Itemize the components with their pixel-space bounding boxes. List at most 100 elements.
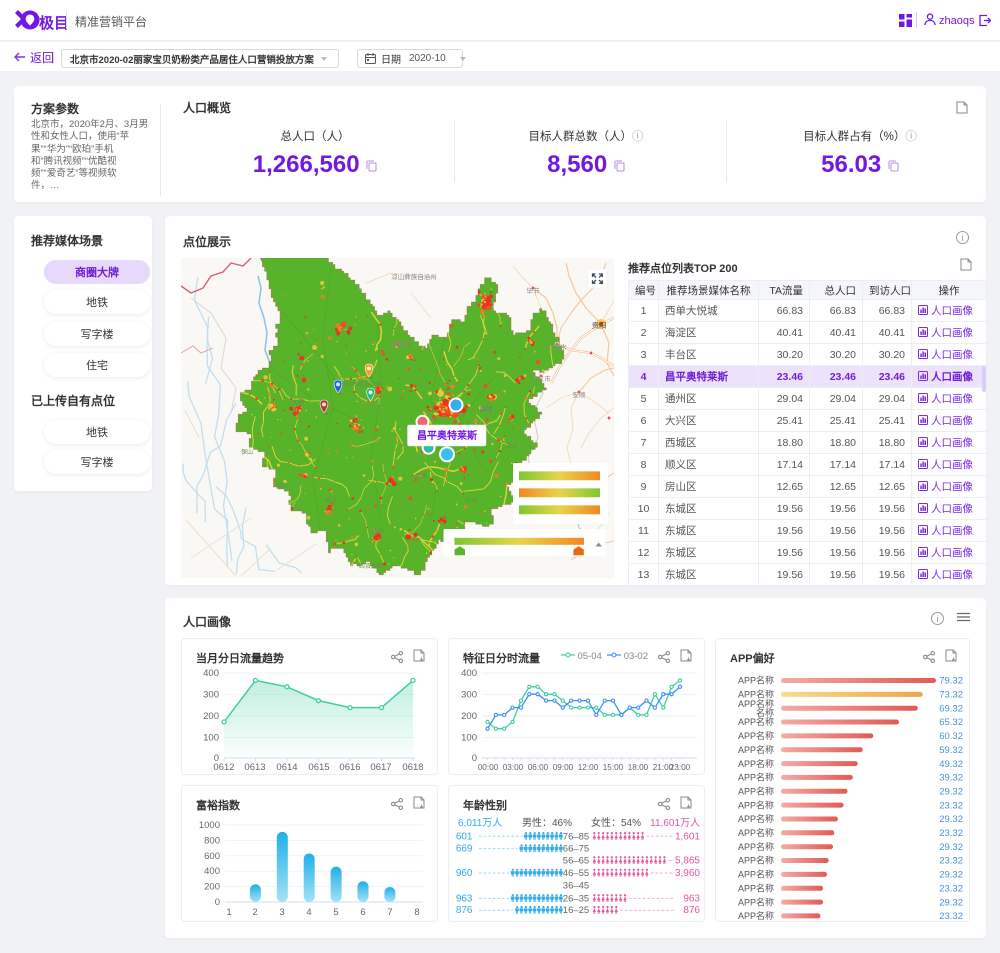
svg-text:3: 3 bbox=[279, 907, 284, 918]
svg-text:安顺: 安顺 bbox=[573, 390, 587, 399]
svg-text:200: 200 bbox=[461, 711, 477, 722]
svg-text:56–65: 56–65 bbox=[563, 855, 589, 866]
svg-text:1: 1 bbox=[226, 907, 231, 918]
svg-text:960: 960 bbox=[456, 868, 473, 879]
svg-text:0618: 0618 bbox=[402, 762, 423, 773]
svg-text:0612: 0612 bbox=[213, 762, 234, 773]
svg-text:APP名称: APP名称 bbox=[738, 896, 774, 907]
svg-text:APP名称: APP名称 bbox=[738, 758, 774, 769]
svg-text:49.32: 49.32 bbox=[939, 759, 963, 770]
svg-text:59.32: 59.32 bbox=[939, 745, 963, 756]
svg-text:0617: 0617 bbox=[370, 762, 391, 773]
svg-text:200: 200 bbox=[203, 711, 219, 722]
svg-text:300: 300 bbox=[203, 690, 219, 701]
svg-text:红河: 红河 bbox=[465, 497, 477, 505]
svg-text:73.32: 73.32 bbox=[939, 690, 963, 701]
svg-text:普洱: 普洱 bbox=[371, 527, 383, 535]
svg-text:06:00: 06:00 bbox=[528, 763, 549, 772]
svg-text:1000: 1000 bbox=[199, 820, 220, 831]
svg-text:876: 876 bbox=[456, 905, 473, 916]
svg-text:29.32: 29.32 bbox=[939, 897, 963, 908]
svg-text:APP名称: APP名称 bbox=[738, 882, 774, 893]
svg-text:7: 7 bbox=[387, 907, 392, 918]
svg-text:4: 4 bbox=[306, 907, 311, 918]
svg-text:凉山彝族自治州: 凉山彝族自治州 bbox=[391, 272, 437, 281]
svg-text:669: 669 bbox=[456, 844, 473, 855]
svg-text:79.32: 79.32 bbox=[939, 676, 963, 687]
svg-text:200: 200 bbox=[204, 882, 220, 893]
svg-text:23.32: 23.32 bbox=[939, 883, 963, 894]
svg-text:楚雄彝族自治州: 楚雄彝族自治州 bbox=[340, 380, 382, 388]
svg-text:APP名称: APP名称 bbox=[738, 675, 774, 686]
svg-text:六盘水: 六盘水 bbox=[547, 342, 567, 351]
svg-text:5: 5 bbox=[333, 907, 338, 918]
svg-text:26–35: 26–35 bbox=[563, 893, 589, 904]
svg-text:46–55: 46–55 bbox=[563, 868, 589, 879]
svg-text:APP名称: APP名称 bbox=[738, 786, 774, 797]
svg-text:APP名称: APP名称 bbox=[738, 910, 774, 921]
svg-text:西双版纳: 西双版纳 bbox=[359, 562, 383, 570]
svg-text:毕节: 毕节 bbox=[527, 286, 541, 295]
svg-text:16–25: 16–25 bbox=[563, 905, 589, 916]
svg-text:12:00: 12:00 bbox=[578, 763, 599, 772]
svg-text:09:00: 09:00 bbox=[553, 763, 574, 772]
svg-text:29.32: 29.32 bbox=[939, 787, 963, 798]
svg-text:03:00: 03:00 bbox=[503, 763, 524, 772]
svg-text:保山: 保山 bbox=[241, 448, 253, 456]
svg-text:6: 6 bbox=[360, 907, 365, 918]
svg-text:德宏: 德宏 bbox=[275, 482, 287, 490]
svg-text:400: 400 bbox=[204, 866, 220, 877]
svg-text:APP名称: APP名称 bbox=[738, 813, 774, 824]
svg-text:300: 300 bbox=[461, 690, 477, 701]
svg-text:APP名称: APP名称 bbox=[738, 799, 774, 810]
svg-text:APP名称: APP名称 bbox=[738, 827, 774, 838]
svg-text:100: 100 bbox=[203, 733, 219, 744]
svg-text:0: 0 bbox=[215, 897, 220, 908]
svg-text:贵阳: 贵阳 bbox=[592, 320, 607, 330]
svg-text:69.32: 69.32 bbox=[939, 703, 963, 714]
svg-text:玉溪: 玉溪 bbox=[415, 472, 427, 480]
svg-text:876: 876 bbox=[683, 905, 700, 916]
svg-text:文山: 文山 bbox=[505, 442, 517, 450]
svg-text:昌平奥特莱斯: 昌平奥特莱斯 bbox=[417, 429, 477, 442]
svg-text:15:00: 15:00 bbox=[603, 763, 624, 772]
svg-text:男性：46%: 男性：46% bbox=[522, 816, 572, 829]
svg-text:0: 0 bbox=[472, 753, 477, 764]
svg-text:29.32: 29.32 bbox=[939, 814, 963, 825]
svg-text:36–45: 36–45 bbox=[563, 880, 589, 891]
svg-text:76–85: 76–85 bbox=[563, 831, 589, 842]
svg-text:65.32: 65.32 bbox=[939, 717, 963, 728]
svg-text:6,011万人: 6,011万人 bbox=[458, 817, 502, 829]
svg-text:3,960: 3,960 bbox=[675, 868, 700, 879]
svg-text:1,601: 1,601 bbox=[675, 831, 700, 842]
svg-text:400: 400 bbox=[203, 668, 219, 679]
svg-text:600: 600 bbox=[204, 851, 220, 862]
svg-text:60.32: 60.32 bbox=[939, 731, 963, 742]
svg-text:APP名称: APP名称 bbox=[738, 716, 774, 727]
svg-text:兴义市: 兴义市 bbox=[531, 374, 551, 383]
svg-text:APP名称: APP名称 bbox=[738, 841, 774, 852]
svg-text:400: 400 bbox=[461, 668, 477, 679]
svg-text:39.32: 39.32 bbox=[939, 773, 963, 784]
svg-text:23.32: 23.32 bbox=[939, 828, 963, 839]
svg-text:APP名称: APP名称 bbox=[738, 855, 774, 866]
svg-text:APP名称: APP名称 bbox=[738, 730, 774, 741]
svg-text:23.32: 23.32 bbox=[939, 800, 963, 811]
svg-text:601: 601 bbox=[456, 831, 473, 842]
svg-text:APP名称: APP名称 bbox=[738, 869, 774, 880]
svg-text:8: 8 bbox=[414, 907, 419, 918]
svg-text:29.32: 29.32 bbox=[939, 842, 963, 853]
svg-text:0616: 0616 bbox=[339, 762, 360, 773]
svg-text:APP名称: APP名称 bbox=[738, 772, 774, 783]
svg-text:0614: 0614 bbox=[276, 762, 297, 773]
svg-text:29.32: 29.32 bbox=[939, 870, 963, 881]
svg-text:23:00: 23:00 bbox=[670, 763, 691, 772]
svg-text:11,601万人: 11,601万人 bbox=[650, 817, 700, 829]
svg-text:100: 100 bbox=[461, 733, 477, 744]
svg-text:23.32: 23.32 bbox=[939, 856, 963, 867]
svg-text:攀枝花: 攀枝花 bbox=[391, 339, 411, 348]
svg-text:大理: 大理 bbox=[292, 398, 304, 406]
svg-text:2: 2 bbox=[252, 907, 257, 918]
svg-text:女性：54%: 女性：54% bbox=[591, 816, 641, 829]
svg-text:963: 963 bbox=[683, 893, 700, 904]
